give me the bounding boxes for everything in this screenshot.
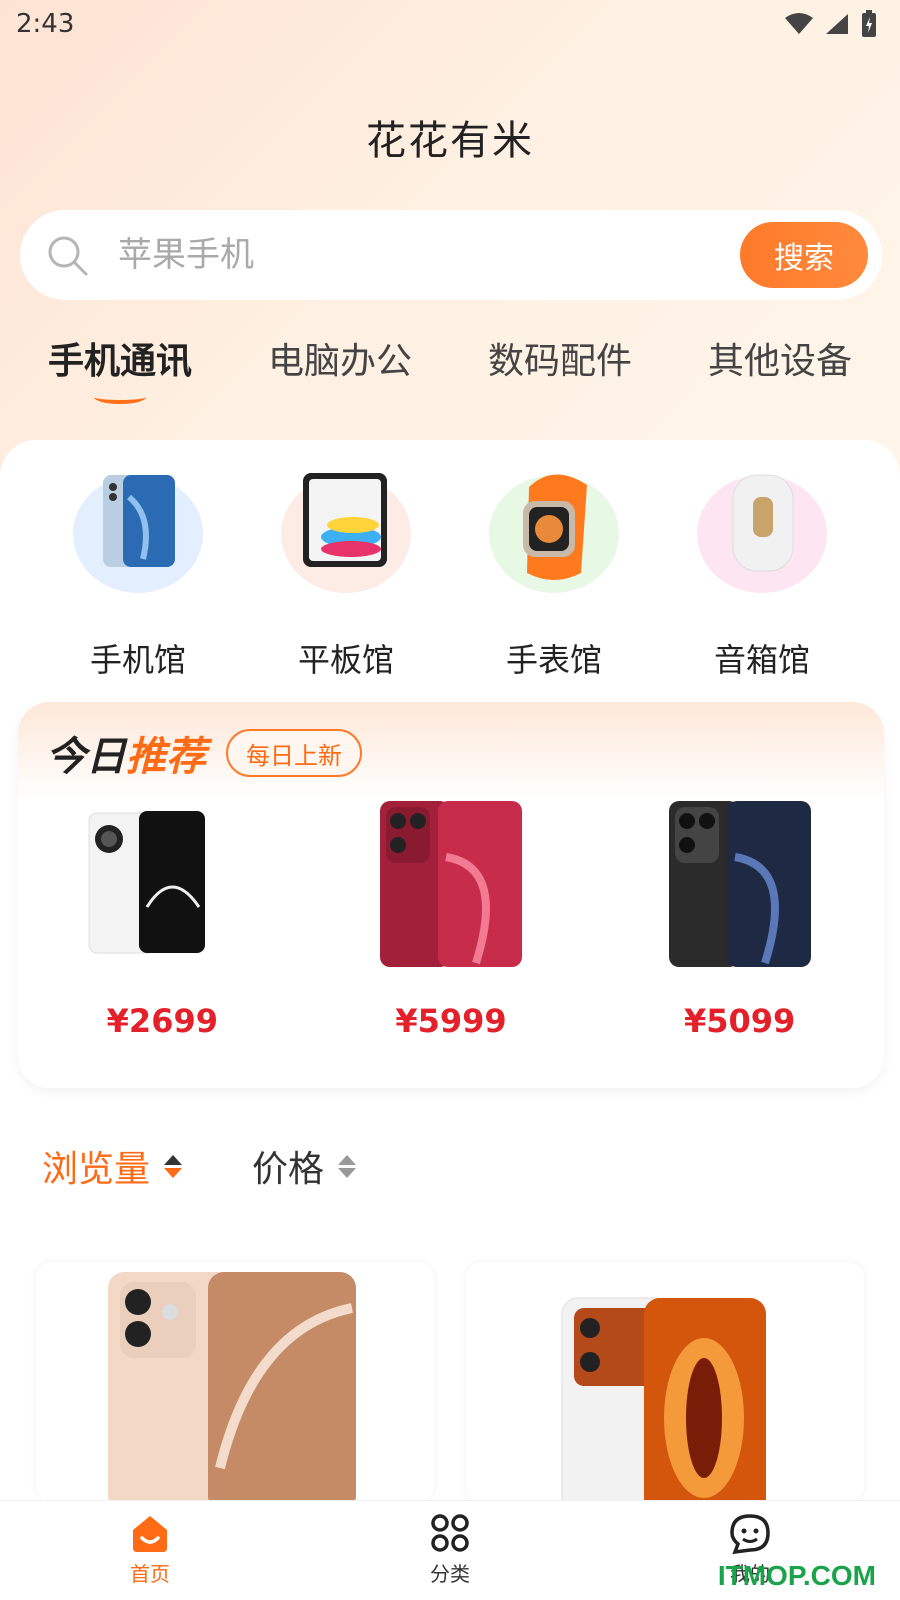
- venue-tablets[interactable]: 平板馆: [261, 473, 431, 685]
- status-bar: 2:43: [0, 0, 900, 48]
- home-icon: [133, 1516, 167, 1552]
- tab-label: 手机通讯: [47, 341, 192, 382]
- venue-watches[interactable]: 手表馆: [469, 474, 639, 685]
- signal-icon: [826, 14, 848, 34]
- nav-label: 分类: [430, 1562, 470, 1586]
- daily-new-badge: 每日上新: [226, 729, 362, 777]
- gold-phone-image: [108, 1272, 356, 1502]
- venue-list: 手机馆 平板馆 手表馆 音箱馆: [0, 473, 900, 685]
- phone-image: [73, 475, 203, 593]
- app-title: 花花有米: [366, 118, 534, 164]
- product-card[interactable]: [36, 1262, 434, 1502]
- venue-label: 平板馆: [297, 641, 394, 679]
- recommend-list: ¥2699 ¥5999 ¥5099: [18, 797, 884, 1040]
- category-icon: [431, 1514, 469, 1552]
- search-button[interactable]: 搜索: [740, 222, 868, 288]
- sort-label: 浏览量: [42, 1149, 151, 1190]
- venue-label: 手机馆: [89, 641, 186, 679]
- status-icons: [784, 10, 878, 38]
- status-time: 2:43: [16, 9, 75, 39]
- venue-phones[interactable]: 手机馆: [53, 475, 223, 685]
- product-price: ¥2699: [106, 1002, 218, 1040]
- tab-digital-accessories[interactable]: 数码配件: [488, 328, 632, 408]
- watch-image: [489, 474, 619, 593]
- red-phone-image: [379, 801, 522, 967]
- sort-by-price[interactable]: 价格: [252, 1140, 357, 1192]
- sort-toggle-icon: [164, 1154, 183, 1178]
- venue-label: 手表馆: [505, 641, 602, 679]
- tab-phones[interactable]: 手机通讯: [48, 328, 192, 408]
- venue-label: 音箱馆: [713, 641, 810, 679]
- recommend-item[interactable]: ¥2699: [42, 797, 282, 1040]
- product-grid: [36, 1262, 864, 1502]
- search-icon: [48, 236, 88, 276]
- tab-other-devices[interactable]: 其他设备: [708, 328, 852, 408]
- battery-icon: [862, 10, 876, 37]
- nav-home[interactable]: 首页: [60, 1514, 240, 1587]
- recommend-item[interactable]: ¥5099: [620, 797, 860, 1040]
- active-tab-indicator: [93, 390, 146, 404]
- tab-computers[interactable]: 电脑办公: [268, 328, 412, 408]
- nav-category[interactable]: 分类: [360, 1514, 540, 1587]
- recommend-header: 今日 推荐 每日上新: [46, 724, 362, 782]
- tab-label: 数码配件: [487, 341, 632, 382]
- wifi-icon: [785, 13, 813, 34]
- product-card[interactable]: [466, 1262, 864, 1502]
- sort-bar: 浏览量 价格: [42, 1140, 357, 1192]
- black-phone-image: [668, 801, 811, 967]
- profile-icon: [730, 1514, 770, 1554]
- orange-phone-image: [561, 1297, 766, 1502]
- venue-speakers[interactable]: 音箱馆: [677, 474, 847, 685]
- speaker-image: [697, 474, 827, 593]
- watermark: ITMOP.COM: [717, 1560, 876, 1591]
- recommend-title-recommend: 推荐: [126, 734, 206, 780]
- tablet-image: [281, 473, 411, 593]
- nav-label: 首页: [130, 1562, 170, 1586]
- category-tabs: 手机通讯 电脑办公 数码配件 其他设备: [0, 328, 900, 408]
- sort-by-views[interactable]: 浏览量: [42, 1140, 183, 1192]
- product-price: ¥5099: [683, 1002, 796, 1040]
- search-input[interactable]: [118, 228, 718, 282]
- daily-recommend-section: 今日 推荐 每日上新 ¥2699 ¥5999 ¥5099: [18, 702, 884, 1088]
- sort-toggle-icon: [338, 1154, 357, 1178]
- white-phone-image: [88, 811, 206, 954]
- tab-label: 电脑办公: [267, 341, 412, 382]
- sort-label: 价格: [252, 1149, 325, 1190]
- recommend-title-today: 今日: [46, 734, 126, 780]
- tab-label: 其他设备: [707, 341, 852, 382]
- product-price: ¥5999: [395, 1002, 507, 1040]
- search-bar: 搜索: [20, 210, 882, 300]
- recommend-item[interactable]: ¥5999: [331, 797, 571, 1040]
